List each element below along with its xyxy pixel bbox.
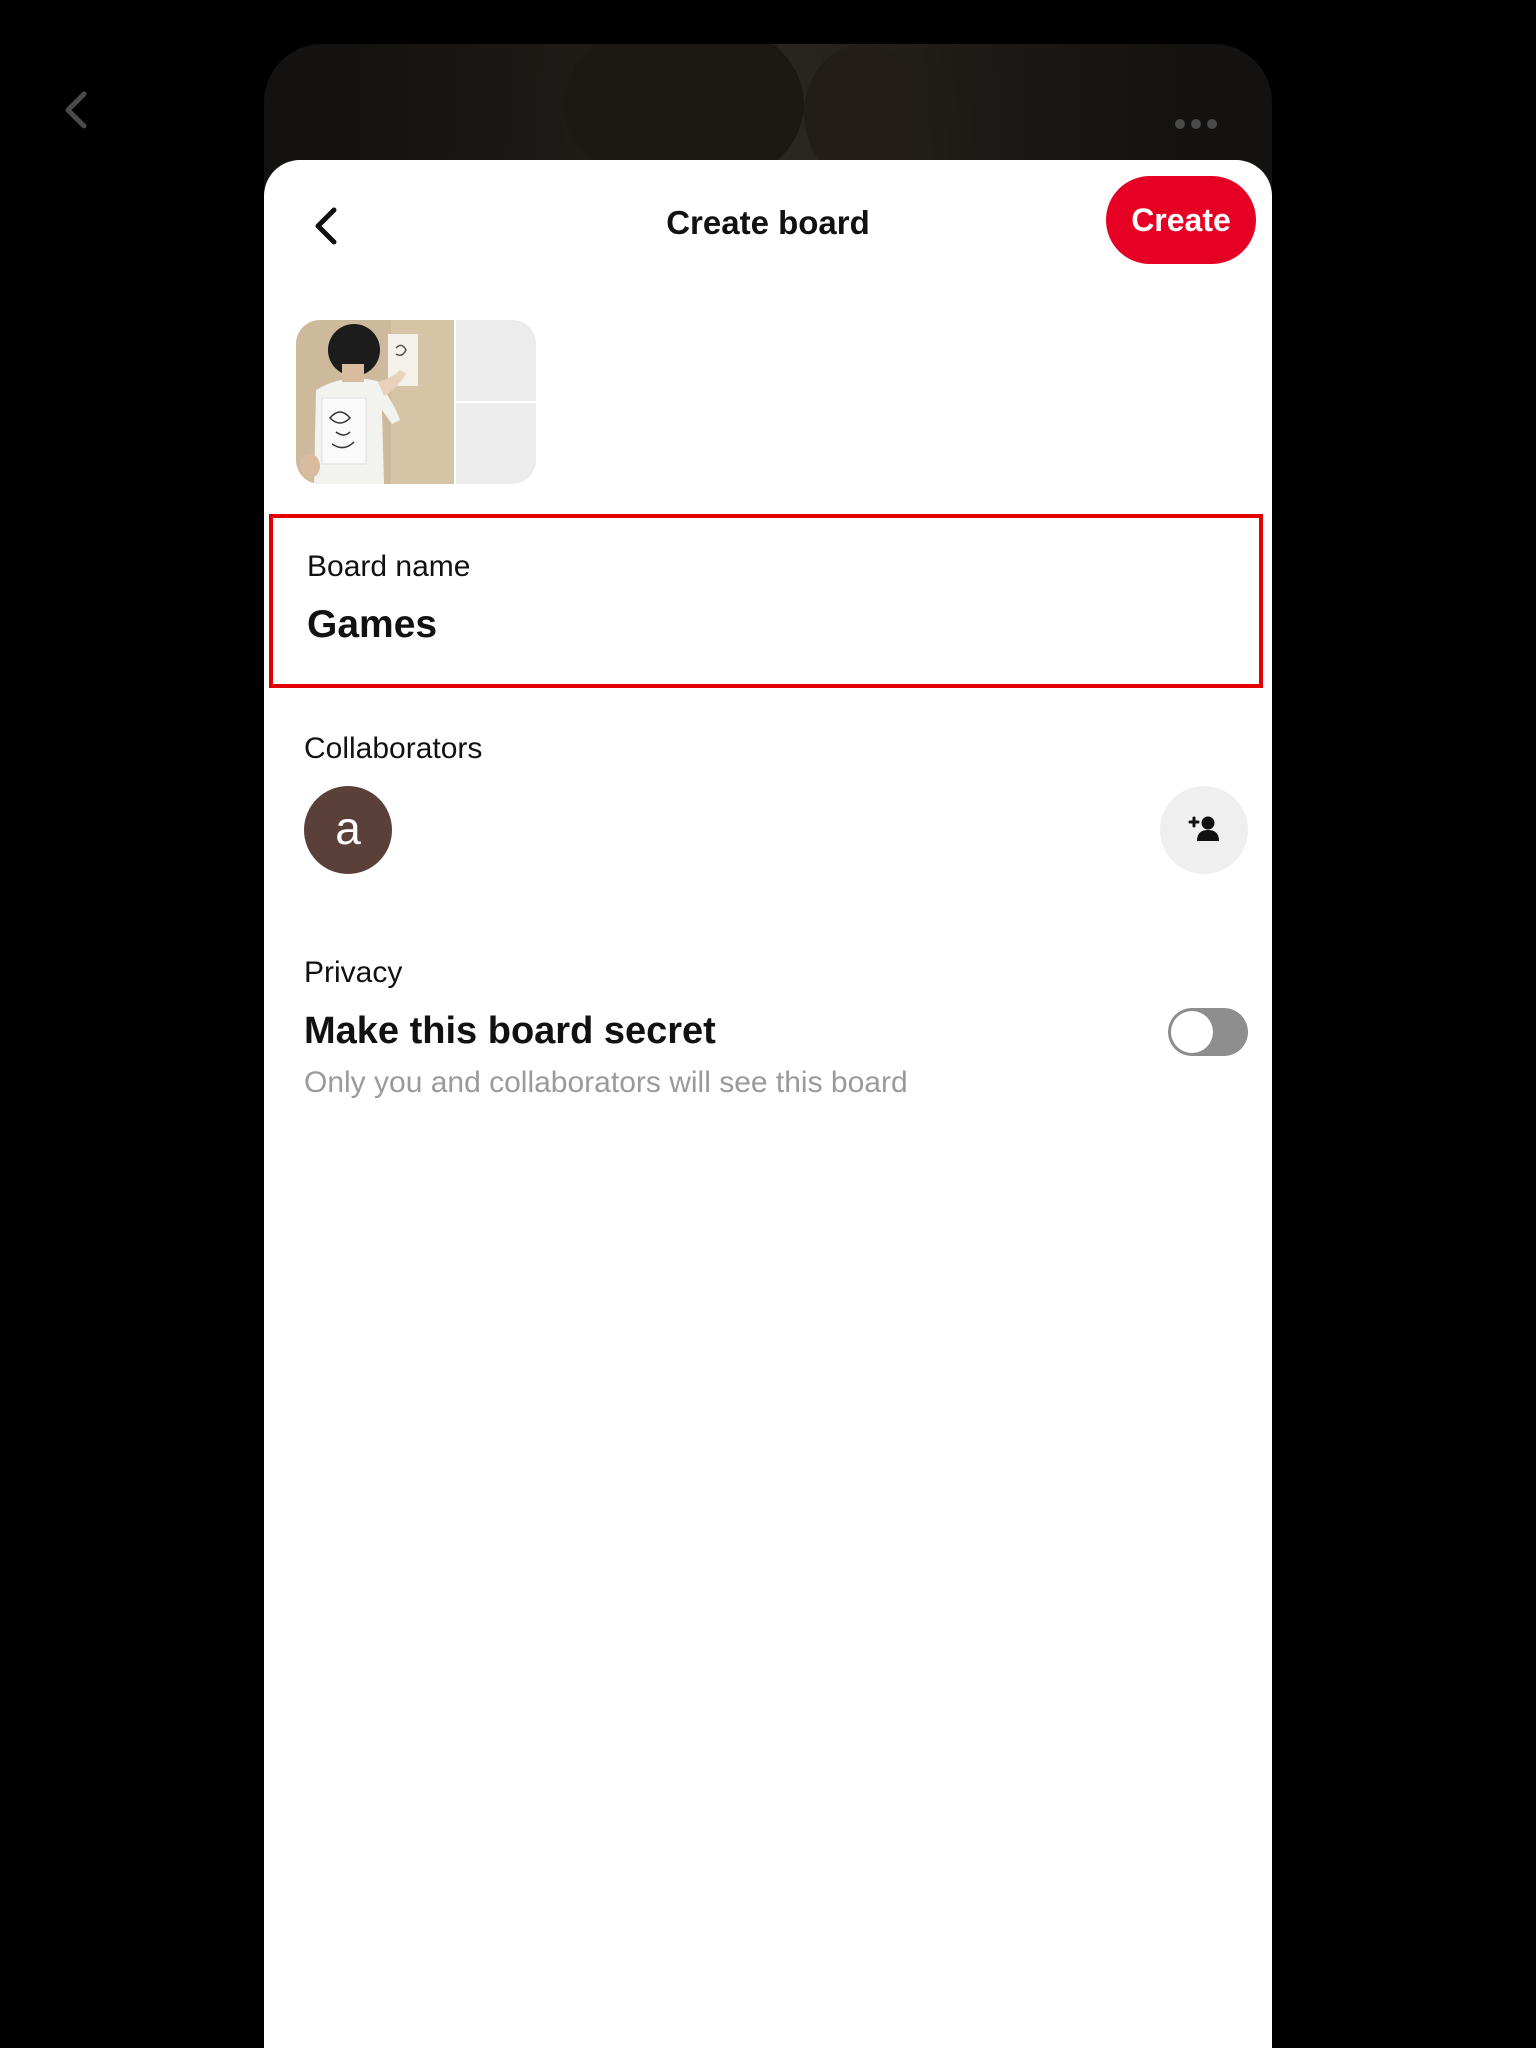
secret-toggle-title: Make this board secret xyxy=(304,1010,716,1052)
privacy-label: Privacy xyxy=(304,956,403,989)
more-horizontal-icon[interactable] xyxy=(1172,112,1220,136)
avatar[interactable]: a xyxy=(304,786,392,874)
collaborators-label: Collaborators xyxy=(304,732,483,765)
create-button[interactable]: Create xyxy=(1106,176,1256,264)
create-board-sheet: Create board Create Board name Games Col… xyxy=(264,160,1272,2048)
cover-image xyxy=(296,320,454,484)
add-person-icon xyxy=(1188,816,1219,841)
add-collaborator-button[interactable] xyxy=(1160,786,1248,874)
board-name-field[interactable]: Board name xyxy=(269,514,1263,688)
screen: Create board Create Board name Games Col… xyxy=(0,0,1536,2048)
board-name-input[interactable] xyxy=(307,603,1207,647)
cover-placeholder-bottom xyxy=(456,403,536,484)
secret-toggle[interactable] xyxy=(1168,1008,1248,1056)
cover-placeholder-top xyxy=(456,320,536,401)
board-cover-preview[interactable] xyxy=(296,320,536,484)
board-name-label: Board name xyxy=(307,550,471,583)
background-back-icon[interactable] xyxy=(56,86,96,134)
toggle-knob xyxy=(1171,1011,1213,1053)
secret-toggle-description: Only you and collaborators will see this… xyxy=(304,1066,908,1099)
